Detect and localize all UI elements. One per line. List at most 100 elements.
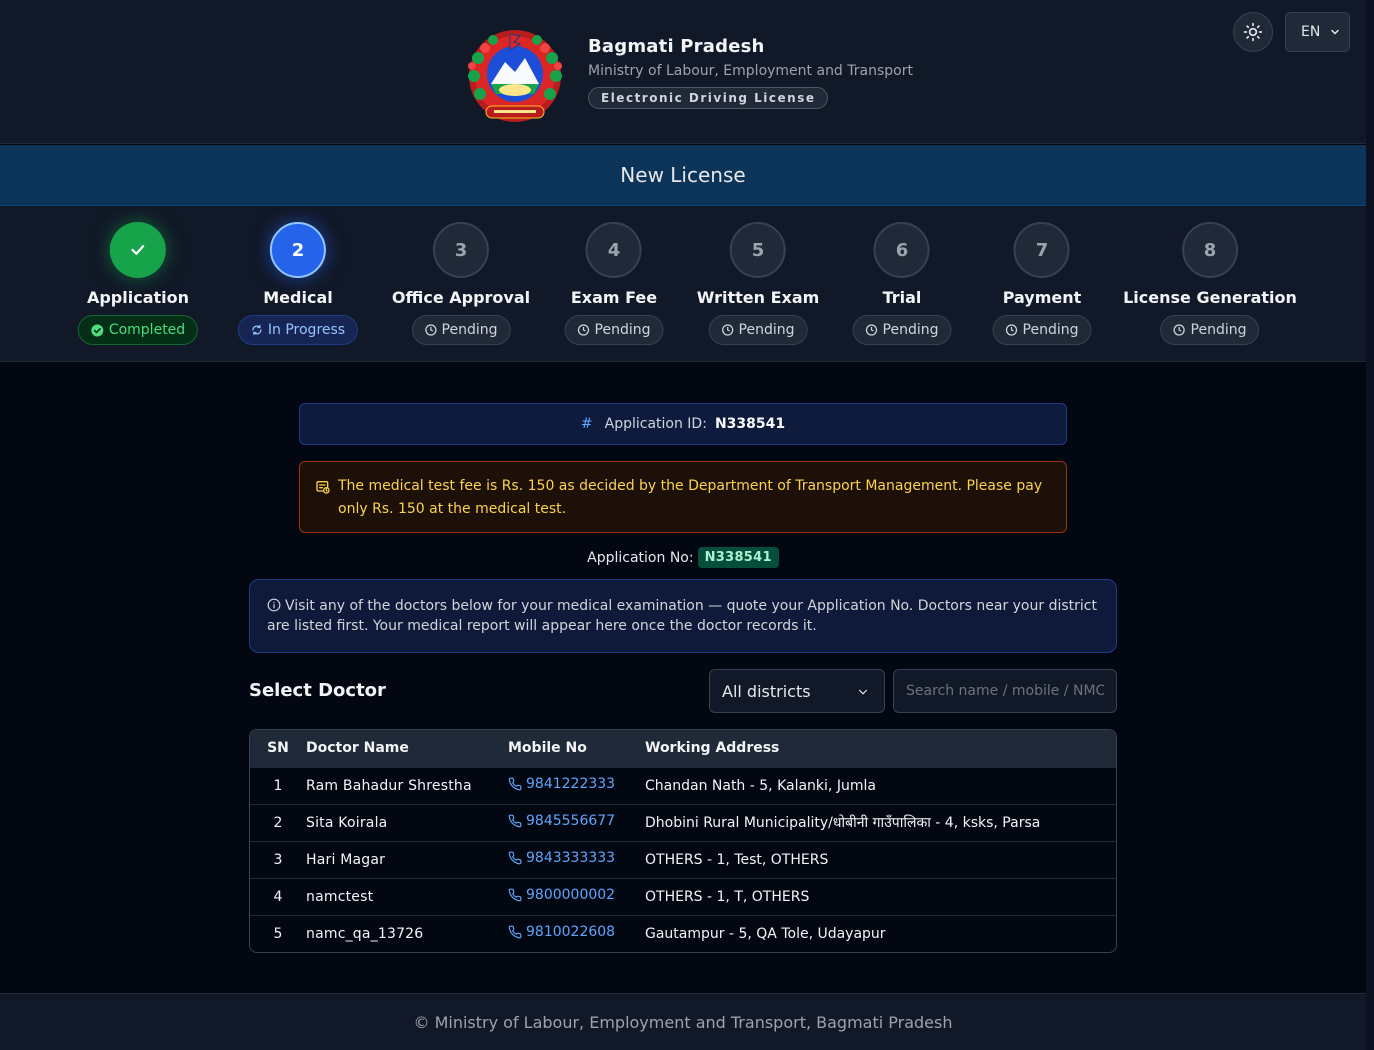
step-circle: 5 (729, 222, 786, 278)
district-filter-select[interactable]: All districts (709, 669, 885, 713)
clock-icon (1173, 324, 1186, 336)
step-medical: 2 Medical In Progress (237, 222, 359, 345)
phone-link[interactable]: 9810022608 (508, 924, 615, 940)
select-doctor-heading: Select Doctor (249, 680, 386, 701)
column-header-mobile: Mobile No (508, 740, 587, 757)
fee-notice-text: The medical test fee is Rs. 150 as decid… (338, 478, 1043, 517)
cell-address: OTHERS - 1, T, OTHERS (645, 888, 810, 905)
sun-icon (1243, 22, 1263, 42)
cell-mobile: 9810022608 (508, 915, 645, 952)
step-circle: 4 (586, 222, 642, 278)
step-label: Written Exam (696, 288, 820, 307)
application-no-label: Application No: (587, 549, 694, 566)
status-badge: Pending (411, 315, 511, 345)
cell-sn: 1 (273, 777, 283, 794)
step-circle: 2 (269, 222, 326, 278)
cell-address: Gautampur - 5, QA Tole, Udayapur (645, 925, 886, 942)
cell-doctor-name: namctest (306, 888, 374, 905)
phone-icon (508, 925, 522, 939)
doctor-table: SN Doctor Name Mobile No Working Address… (249, 729, 1117, 953)
step-circle: 7 (1014, 222, 1070, 278)
step-label: Medical (263, 288, 333, 307)
cell-doctor-name: Hari Magar (306, 851, 386, 868)
phone-number: 9845556677 (526, 813, 616, 829)
page-title: New License (620, 163, 746, 187)
hash-icon: # (580, 416, 593, 432)
cell-doctor-name: Sita Koirala (306, 814, 388, 831)
table-header-row: SN Doctor Name Mobile No Working Address (250, 730, 1116, 767)
cell-mobile: 9843333333 (508, 841, 645, 878)
clock-icon (577, 324, 590, 336)
status-text: Pending (1190, 322, 1247, 338)
footer: © Ministry of Labour, Employment and Tra… (0, 993, 1366, 1050)
brand-badge: Electronic Driving License (588, 87, 829, 109)
step-label: Exam Fee (570, 288, 658, 307)
cell-address: Chandan Nath - 5, Kalanki, Jumla (645, 777, 876, 794)
chevron-down-icon (1331, 29, 1339, 35)
doctor-info-notice: Visit any of the doctors below for your … (249, 579, 1117, 653)
phone-number: 9800000002 (526, 887, 616, 903)
application-id-box: # Application ID: N338541 (299, 403, 1067, 445)
step-written-exam: 5 Written Exam Pending (696, 222, 820, 345)
cell-sn: 3 (273, 851, 283, 868)
phone-icon (508, 777, 522, 791)
phone-icon (508, 851, 522, 865)
status-text: Pending (1022, 322, 1079, 338)
cell-sn: 5 (273, 925, 283, 942)
status-text: Pending (738, 322, 795, 338)
nepal-emblem-logo (468, 30, 562, 122)
status-text: Pending (594, 322, 651, 338)
column-header-doctor-name: Doctor Name (306, 740, 409, 757)
phone-number: 9841222333 (526, 776, 616, 792)
step-label: Payment (1002, 288, 1082, 307)
status-badge: Completed (77, 315, 199, 345)
table-row: 4 namctest 9800000002 OTHERS - 1, T, OTH… (250, 878, 1116, 915)
phone-link[interactable]: 9841222333 (508, 776, 615, 792)
cell-sn: 2 (273, 814, 283, 831)
step-circle: 6 (874, 222, 930, 278)
phone-link[interactable]: 9843333333 (508, 850, 615, 866)
step-circle (109, 222, 166, 278)
table-row: 3 Hari Magar 9843333333 OTHERS - 1, Test… (250, 841, 1116, 878)
info-icon (267, 598, 281, 612)
step-circle: 3 (432, 222, 489, 278)
doctor-search-input[interactable] (893, 669, 1117, 713)
table-row: 5 namc_qa_13726 9810022608 Gautampur - 5… (250, 915, 1116, 952)
status-badge: Pending (1160, 315, 1260, 345)
check-circle-icon (91, 324, 104, 336)
footer-text: © Ministry of Labour, Employment and Tra… (413, 1012, 953, 1032)
district-filter-value: All districts (722, 681, 811, 701)
table-row: 2 Sita Koirala 9845556677 Dhobini Rural … (250, 804, 1116, 841)
step-office-approval: 3 Office Approval Pending (392, 222, 530, 345)
step-label: License Generation (1123, 288, 1297, 307)
phone-icon (508, 814, 522, 828)
chevron-down-icon (858, 689, 868, 695)
step-license-generation: 8 License Generation Pending (1123, 222, 1297, 345)
status-text: In Progress (267, 322, 346, 338)
cell-doctor-name: namc_qa_13726 (306, 925, 424, 942)
phone-icon (508, 888, 522, 902)
cell-mobile: 9800000002 (508, 878, 645, 915)
language-select[interactable]: EN (1285, 12, 1350, 52)
step-trial: 6 Trial Pending (852, 222, 952, 345)
cell-sn: 4 (273, 888, 283, 905)
column-header-address: Working Address (645, 740, 780, 757)
status-badge: Pending (992, 315, 1092, 345)
step-label: Office Approval (391, 288, 531, 307)
clock-icon (721, 324, 734, 336)
phone-link[interactable]: 9800000002 (508, 887, 615, 903)
brand-block: Bagmati Pradesh Ministry of Labour, Empl… (588, 36, 913, 109)
page-scrollbar[interactable] (1366, 0, 1374, 1050)
step-circle: 8 (1182, 222, 1238, 278)
status-text: Completed (108, 322, 186, 338)
status-badge: Pending (852, 315, 952, 345)
theme-toggle-button[interactable] (1233, 12, 1273, 52)
table-row: 1 Ram Bahadur Shrestha 9841222333 Chanda… (250, 767, 1116, 804)
cell-address: OTHERS - 1, Test, OTHERS (645, 851, 829, 868)
status-text: Pending (882, 322, 939, 338)
cell-doctor-name: Ram Bahadur Shrestha (306, 777, 472, 794)
phone-link[interactable]: 9845556677 (508, 813, 615, 829)
step-label: Trial (882, 288, 922, 307)
cell-address: Dhobini Rural Municipality/धोबीनी गाउँपा… (645, 815, 1041, 831)
brand-subtitle: Ministry of Labour, Employment and Trans… (588, 63, 913, 79)
